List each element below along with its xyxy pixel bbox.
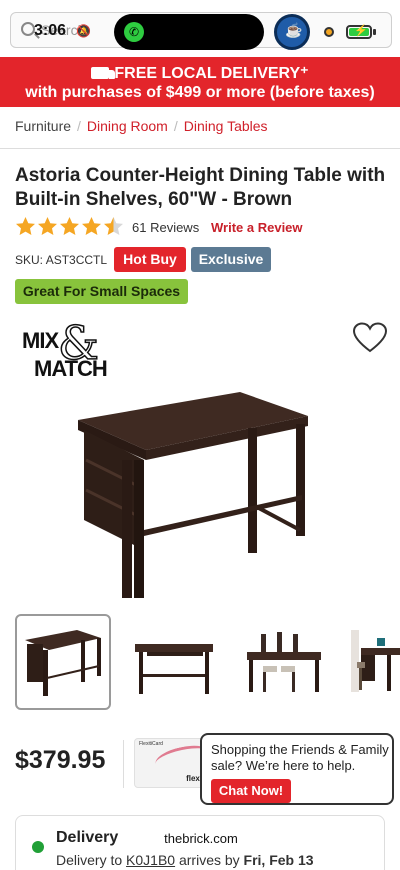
sku: SKU: AST3CCTL xyxy=(15,253,107,267)
privacy-indicator-icon xyxy=(324,27,334,37)
thumbnail-2[interactable] xyxy=(125,614,221,710)
star-icon xyxy=(82,217,101,235)
phone-call-icon: ✆ xyxy=(124,22,144,42)
star-icon xyxy=(38,217,57,235)
chat-popup: Shopping the Friends & Family sale? We’r… xyxy=(200,733,394,805)
sku-label: SKU: xyxy=(15,253,44,267)
thumbnail-3-image xyxy=(247,632,321,692)
thumbnail-1[interactable] xyxy=(15,614,111,710)
sku-value: AST3CCTL xyxy=(45,253,108,267)
delivery-label: Delivery xyxy=(56,829,119,846)
breadcrumb-dining-room[interactable]: Dining Room xyxy=(87,118,168,134)
star-icon xyxy=(104,217,123,235)
free-delivery-banner[interactable]: FREE LOCAL DELIVERY⁺ with purchases of $… xyxy=(0,57,400,107)
small-spaces-badge: Great For Small Spaces xyxy=(15,279,188,304)
wishlist-heart-icon[interactable] xyxy=(352,322,388,354)
thumbnail-1-image xyxy=(25,630,101,696)
promo-line-1: FREE LOCAL DELIVERY⁺ xyxy=(114,65,309,82)
breadcrumb-dining-tables[interactable]: Dining Tables xyxy=(184,118,268,134)
dynamic-island[interactable]: ✆ xyxy=(114,14,264,50)
breadcrumb: Furniture / Dining Room / Dining Tables xyxy=(15,118,268,134)
write-review-link[interactable]: Write a Review xyxy=(211,220,303,235)
product-price: $379.95 xyxy=(15,746,106,774)
divider xyxy=(123,740,124,788)
reviews-count-link[interactable]: 61 Reviews xyxy=(132,220,199,235)
star-icon xyxy=(16,217,35,235)
delivery-details: Delivery to K0J1B0 arrives by Fri, Feb 1… xyxy=(56,852,314,868)
status-bar: Search 3:06 🔕 ✆ ⚡ xyxy=(0,0,400,56)
breadcrumb-furniture[interactable]: Furniture xyxy=(15,118,71,134)
hot-buy-badge: Hot Buy xyxy=(114,247,186,272)
available-status-icon xyxy=(32,841,44,853)
delivery-date: Fri, Feb 13 xyxy=(243,852,314,868)
postal-code-link[interactable]: K0J1B0 xyxy=(126,852,175,868)
battery-icon: ⚡ xyxy=(346,25,372,39)
search-icon xyxy=(21,22,35,36)
product-title: Astoria Counter-Height Dining Table with… xyxy=(15,165,386,210)
product-main-image[interactable] xyxy=(70,380,330,610)
truck-icon xyxy=(91,67,116,79)
exclusive-badge: Exclusive xyxy=(191,247,271,272)
chat-now-button[interactable]: Chat Now! xyxy=(211,779,291,803)
clock: 3:06 xyxy=(34,22,67,39)
star-icon xyxy=(60,217,79,235)
site-url-label: thebrick.com xyxy=(146,828,256,850)
mix-and-match-logo: MIX & MATCH xyxy=(22,315,108,381)
chat-message: Shopping the Friends & Family sale? We’r… xyxy=(211,742,389,773)
silent-bell-icon: 🔕 xyxy=(76,24,91,38)
thumbnail-2-image xyxy=(135,644,213,694)
promo-line-2: with purchases of $499 or more (before t… xyxy=(25,84,375,101)
live-activity-icon[interactable] xyxy=(274,14,310,50)
divider xyxy=(0,148,400,149)
thumbnail-3[interactable] xyxy=(235,614,331,710)
thumbnail-4[interactable] xyxy=(345,614,400,710)
thumbnail-4-image xyxy=(351,630,400,692)
star-rating[interactable] xyxy=(15,216,125,238)
